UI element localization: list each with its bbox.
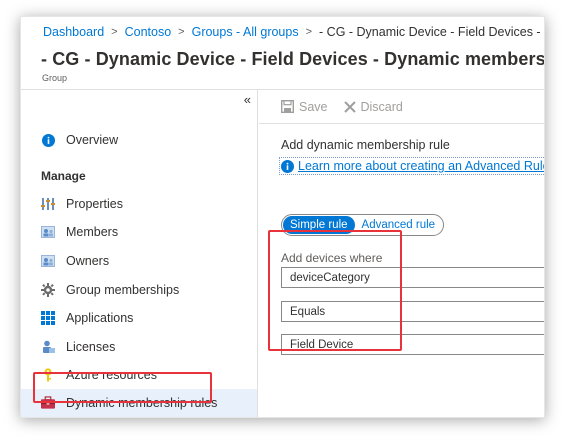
breadcrumb-groups[interactable]: Groups - All groups: [192, 25, 299, 39]
learn-more-link[interactable]: Learn more about creating an Advanced Ru…: [279, 157, 545, 175]
discard-button[interactable]: Discard: [343, 99, 403, 114]
collapse-sidebar-button[interactable]: «: [244, 92, 251, 107]
learn-more-label: Learn more about creating an Advanced Ru…: [298, 159, 545, 173]
rule-type-toggle: Simple rule Advanced rule: [281, 214, 445, 236]
property-dropdown[interactable]: deviceCategory: [281, 267, 544, 288]
sidebar-item-members[interactable]: Members: [21, 218, 257, 246]
advanced-rule-option[interactable]: Advanced rule: [355, 216, 443, 234]
sidebar-item-label: Members: [66, 225, 119, 239]
section-heading: Add dynamic membership rule: [281, 138, 450, 152]
sidebar-item-label: Owners: [66, 254, 110, 268]
sidebar-item-dynamic-membership-rules[interactable]: Dynamic membership rules: [21, 389, 257, 417]
operator-value: Equals: [290, 305, 326, 318]
sidebar-item-label: Applications: [66, 311, 134, 325]
sidebar: « Overview Manage Properties Members Own: [21, 90, 258, 417]
sidebar-item-label: Group memberships: [66, 283, 180, 297]
breadcrumb: Dashboard > Contoso > Groups - All group…: [21, 17, 544, 47]
simple-rule-option[interactable]: Simple rule: [283, 216, 355, 234]
sidebar-item-group-memberships[interactable]: Group memberships: [21, 276, 257, 304]
chevron-right-icon: >: [178, 26, 185, 38]
sidebar-item-label: Licenses: [66, 340, 116, 354]
operator-dropdown[interactable]: Equals: [281, 301, 544, 322]
toolbox-icon: [41, 396, 55, 410]
sidebar-item-overview[interactable]: Overview: [21, 126, 257, 154]
main-content: Add dynamic membership rule Learn more a…: [259, 125, 544, 417]
page-subtitle: Group: [42, 73, 68, 83]
page-title: - CG - Dynamic Device - Field Devices - …: [41, 49, 545, 69]
breadcrumb-current: - CG - Dynamic Device - Field Devices - …: [319, 25, 544, 39]
sidebar-item-azure-resources[interactable]: Azure resources: [21, 361, 257, 389]
save-button[interactable]: Save: [281, 100, 328, 114]
sidebar-item-label: Azure resources: [66, 368, 158, 382]
breadcrumb-dashboard[interactable]: Dashboard: [43, 25, 104, 39]
value-input[interactable]: Field Device: [281, 334, 544, 355]
sidebar-section-manage: Manage: [41, 169, 86, 183]
portal-window: Dashboard > Contoso > Groups - All group…: [20, 16, 545, 418]
gear-icon: [41, 283, 55, 297]
close-icon: [343, 100, 356, 113]
licenses-icon: [41, 340, 55, 354]
properties-icon: [41, 197, 55, 211]
save-icon: [281, 100, 294, 113]
sidebar-item-label: Overview: [66, 133, 119, 147]
sidebar-item-licenses[interactable]: Licenses: [21, 333, 257, 361]
sidebar-item-properties[interactable]: Properties: [21, 190, 257, 218]
discard-label: Discard: [360, 99, 403, 114]
sidebar-item-applications[interactable]: Applications: [21, 304, 257, 332]
value-text: Field Device: [290, 338, 354, 351]
sidebar-item-owners[interactable]: Owners: [21, 247, 257, 275]
chevron-right-icon: >: [111, 26, 118, 38]
chevron-right-icon: >: [305, 26, 313, 38]
key-icon: [41, 368, 55, 382]
sidebar-item-label: Dynamic membership rules: [66, 396, 218, 410]
save-label: Save: [299, 99, 328, 114]
command-bar: Save Discard: [259, 90, 544, 124]
add-devices-label: Add devices where: [281, 251, 383, 265]
sidebar-item-label: Properties: [66, 197, 123, 211]
owners-icon: [41, 254, 55, 268]
applications-grid-icon: [41, 311, 55, 325]
property-value: deviceCategory: [290, 271, 370, 284]
breadcrumb-contoso[interactable]: Contoso: [125, 25, 172, 39]
info-icon: [281, 159, 294, 173]
info-icon: [41, 133, 55, 147]
members-icon: [41, 225, 55, 239]
